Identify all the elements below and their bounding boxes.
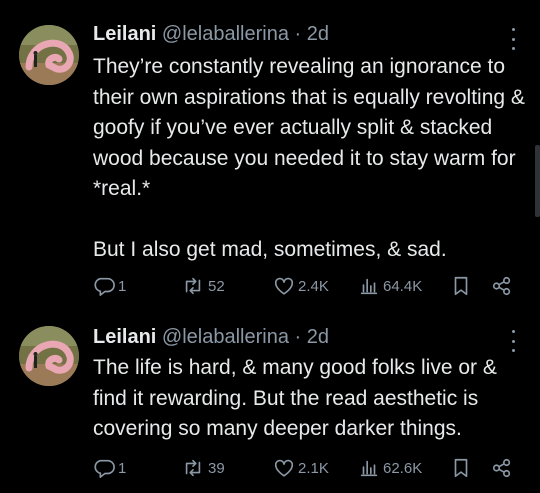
bookmark-icon [454,458,468,478]
view-count: 64.4K [383,277,423,295]
tweet-paragraph: The life is hard, & many good folks live… [93,356,497,440]
reply-count: 1 [118,459,127,477]
share-icon [492,458,511,478]
tweet-paragraph: But I also get mad, sometimes, & sad. [93,238,447,261]
author-name[interactable]: Leilani [93,326,156,348]
like-count: 2.4K [298,277,329,295]
repost-icon [185,459,201,477]
repost-button[interactable]: 39 [181,456,225,480]
repost-button[interactable]: 52 [181,274,225,298]
reply-button[interactable]: 1 [93,274,126,298]
timestamp[interactable]: 2d [307,23,329,45]
action-bar: 1 39 2.1K 62.6K [93,456,523,480]
timestamp[interactable]: 2d [307,326,329,348]
avatar-image [19,25,79,85]
heart-icon [274,277,294,295]
avatar[interactable] [19,326,79,386]
bookmark-button[interactable] [450,274,472,298]
avatar[interactable] [19,25,79,85]
scrollbar[interactable] [535,145,540,217]
tweet-text: They’re constantly revealing an ignoranc… [93,52,533,266]
repost-icon [185,277,201,295]
views-button[interactable]: 64.4K [358,274,422,298]
tweet[interactable]: Leilani @lelaballerina · 2d They’re cons… [0,0,540,310]
share-button[interactable] [491,274,513,298]
views-button[interactable]: 62.6K [358,456,422,480]
views-chart-icon [360,278,378,295]
tweet-text: The life is hard, & many good folks live… [93,353,533,445]
avatar-image [19,326,79,386]
heart-icon [274,459,294,477]
author-name[interactable]: Leilani [93,23,156,45]
author-handle[interactable]: @lelaballerina [162,23,289,45]
reply-icon [94,277,115,296]
more-vertical-icon[interactable] [510,28,516,50]
tweet[interactable]: Leilani @lelaballerina · 2d The life is … [0,310,540,493]
separator: · [294,326,302,348]
reply-icon [94,459,115,478]
tweet-header: Leilani @lelaballerina · 2d [93,22,329,46]
separator: · [294,23,302,45]
reply-count: 1 [118,277,127,295]
action-bar: 1 52 2.4K 64.4K [93,274,523,298]
repost-count: 52 [208,277,225,295]
author-handle[interactable]: @lelaballerina [162,326,289,348]
share-button[interactable] [491,456,513,480]
bookmark-icon [454,276,468,296]
tweet-paragraph: They’re constantly revealing an ignoranc… [93,55,525,200]
repost-count: 39 [208,459,225,477]
view-count: 62.6K [383,459,423,477]
bookmark-button[interactable] [450,456,472,480]
reply-button[interactable]: 1 [93,456,126,480]
like-button[interactable]: 2.1K [273,456,329,480]
share-icon [492,276,511,296]
views-chart-icon [360,460,378,477]
like-count: 2.1K [298,459,329,477]
tweet-header: Leilani @lelaballerina · 2d [93,325,329,349]
like-button[interactable]: 2.4K [273,274,329,298]
more-vertical-icon[interactable] [510,330,516,352]
